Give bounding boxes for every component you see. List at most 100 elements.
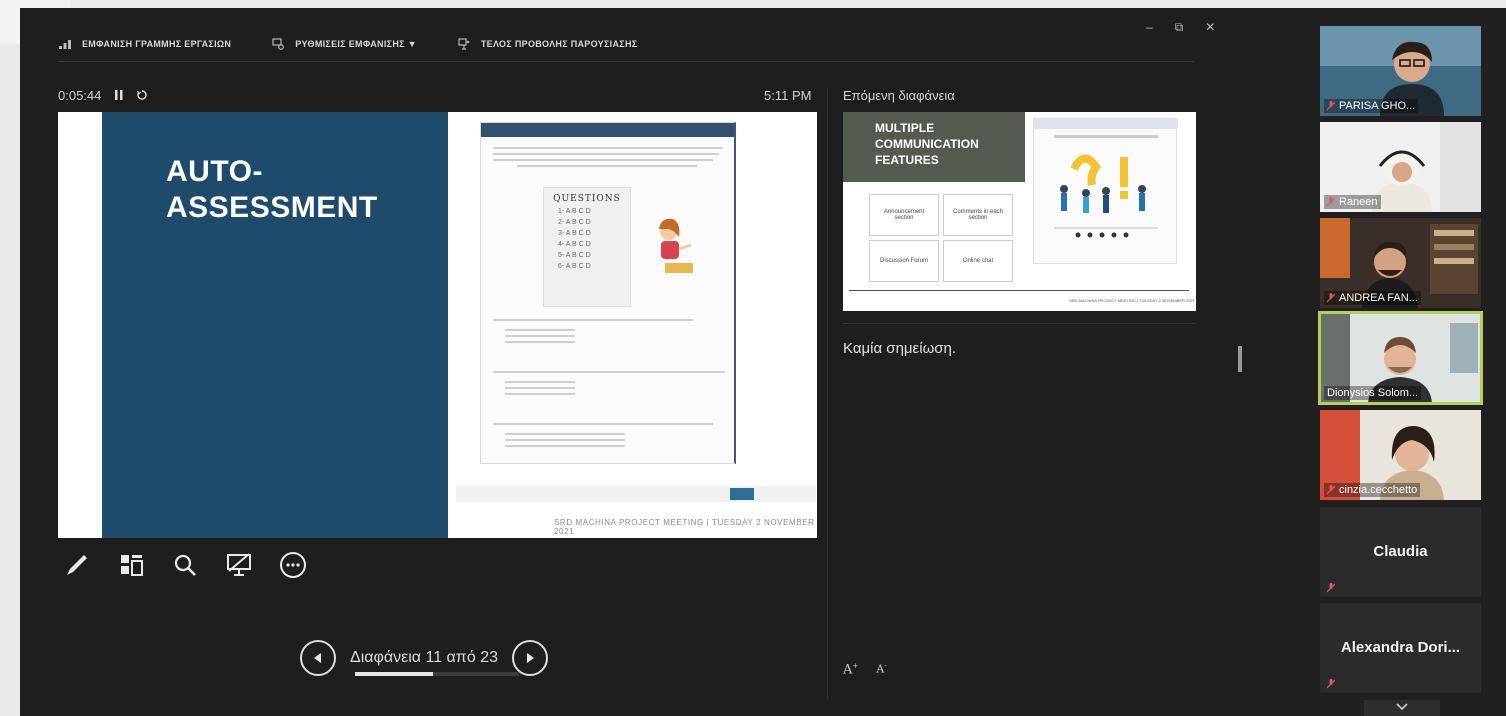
zoom-button[interactable] [168, 548, 202, 582]
questions-card: QUESTIONS 1- A B C D 2- A B C D 3- A B C… [543, 187, 631, 307]
display-settings-icon [271, 37, 285, 51]
presenter-toolbar: ΕΜΦΑΝΙΣΗ ΓΡΑΜΜΗΣ ΕΡΓΑΣΙΩΝ ΡΥΘΜΙΣΕΙΣ ΕΜΦΑ… [58, 30, 637, 58]
timer-bar: 0:05:44 [58, 88, 148, 103]
minimize-button[interactable]: – [1146, 20, 1153, 35]
pane-divider[interactable] [827, 88, 828, 700]
slide-footer: SRD MACHINA PROJECT MEETING | TUESDAY 2 … [554, 518, 815, 536]
left-band [0, 8, 20, 716]
text-line [505, 329, 575, 331]
slide-progress-bar [355, 672, 519, 676]
notes-font-controls: A+ A- [843, 662, 887, 677]
notes-separator [843, 323, 1196, 324]
participant-tile[interactable]: cinzia.cecchetto [1320, 410, 1481, 500]
participant-mic-status [1324, 678, 1338, 690]
participant-name-label: ANDREA FAN... [1324, 291, 1421, 305]
feature-box: Discussion Forum [869, 240, 939, 282]
taskbar-icon [58, 37, 72, 51]
next-slide-footer-line [849, 290, 1189, 291]
screenshot-header [481, 123, 734, 137]
participant-name-label: Raneen [1324, 195, 1381, 209]
participant-tile[interactable]: ANDREA FAN... [1320, 218, 1481, 308]
next-slide-button[interactable] [511, 640, 548, 676]
text-line [493, 159, 713, 161]
text-line [493, 153, 719, 155]
scroll-participants-button[interactable] [1364, 700, 1440, 716]
text-line [505, 439, 625, 441]
text-line [505, 433, 625, 435]
people-illustration [1034, 119, 1178, 238]
pen-icon [67, 555, 87, 575]
more-options-button[interactable] [276, 548, 310, 582]
slide-navigation: Διαφάνεια 11 από 23 [300, 640, 548, 676]
toolbar-divider [58, 61, 1194, 62]
top-band [0, 0, 1506, 8]
current-clock: 5:11 PM [764, 88, 812, 103]
feature-box: Announcement section [869, 194, 939, 236]
end-show-label: ΤΕΛΟΣ ΠΡΟΒΟΛΗΣ ΠΑΡΟΥΣΙΑΣΗΣ [480, 39, 638, 49]
display-settings-button[interactable]: ΡΥΘΜΙΣΕΙΣ ΕΜΦΑΝΙΣΗΣ ▼ [271, 37, 417, 51]
see-all-slides-button[interactable] [114, 548, 148, 582]
text-line [505, 445, 625, 447]
chevron-down-icon [1396, 703, 1408, 711]
triangle-left-icon [314, 653, 321, 663]
restore-button[interactable]: ⧉ [1175, 20, 1184, 35]
slide-counter[interactable]: Διαφάνεια 11 από 23 [350, 649, 498, 667]
previous-slide-button[interactable] [300, 640, 336, 676]
participant-mic-status [1324, 582, 1338, 594]
next-slide-preview[interactable]: MULTIPLE COMMUNICATION FEATURES Announce… [843, 112, 1196, 311]
mic-muted-icon [1327, 197, 1335, 207]
end-show-button[interactable]: ΤΕΛΟΣ ΠΡΟΒΟΛΗΣ ΠΑΡΟΥΣΙΑΣΗΣ [457, 37, 638, 51]
decrease-font-button[interactable]: A- [876, 662, 886, 677]
feature-box: Online chat [943, 240, 1013, 282]
close-button[interactable]: ✕ [1205, 20, 1215, 35]
reset-icon[interactable] [137, 88, 148, 103]
pen-tool-button[interactable] [60, 548, 94, 582]
mic-muted-icon [1327, 583, 1335, 593]
notes-scrollbar[interactable] [1238, 346, 1242, 372]
mic-muted-icon [1327, 293, 1335, 303]
display-settings-label: ΡΥΘΜΙΣΕΙΣ ΕΜΦΑΝΙΣΗΣ ▼ [295, 39, 417, 49]
slide-progress-fill [355, 672, 434, 676]
text-line [517, 165, 697, 167]
participant-tile[interactable]: Raneen [1320, 122, 1481, 212]
participant-name-label: PARISA GHO... [1324, 99, 1419, 113]
slide-title: AUTO- ASSESSMENT [166, 154, 378, 226]
speaker-notes[interactable]: Καμία σημείωση. [843, 340, 956, 357]
text-line [505, 381, 575, 383]
question-row: 5- A B C D [558, 252, 591, 259]
participant-tile-active-speaker[interactable]: Dionysios Solom... [1318, 311, 1483, 405]
text-line [505, 335, 575, 337]
participant-name: Claudia [1373, 543, 1428, 560]
mic-muted-icon [1327, 485, 1335, 495]
participant-name: cinzia.cecchetto [1339, 484, 1418, 496]
participant-tile[interactable]: Alexandra Dori... [1320, 603, 1481, 693]
show-taskbar-button[interactable]: ΕΜΦΑΝΙΣΗ ΓΡΑΜΜΗΣ ΕΡΓΑΣΙΩΝ [58, 37, 231, 51]
embedded-screenshot: QUESTIONS 1- A B C D 2- A B C D 3- A B C… [480, 122, 736, 464]
feature-box: Comments in each section [943, 194, 1013, 236]
elapsed-time: 0:05:44 [58, 88, 102, 103]
grid-icon [121, 555, 143, 576]
slide-title-panel: AUTO- ASSESSMENT [102, 112, 448, 538]
student-illustration [659, 218, 693, 273]
text-line [493, 371, 725, 373]
screen-off-icon [227, 553, 251, 576]
participant-name-label: Dionysios Solom... [1324, 386, 1422, 400]
participant-tile[interactable]: PARISA GHO... [1320, 26, 1481, 116]
more-icon [280, 552, 306, 578]
pause-icon[interactable] [115, 88, 123, 103]
question-row: 3- A B C D [558, 230, 591, 237]
current-slide[interactable]: AUTO- ASSESSMENT QUESTIONS 1- A B C D 2-… [58, 112, 817, 538]
question-row: 1- A B C D [558, 208, 591, 215]
participant-name: Alexandra Dori... [1340, 639, 1461, 656]
text-line [493, 423, 713, 425]
question-row: 4- A B C D [558, 241, 591, 248]
text-line [493, 319, 693, 321]
participant-name: PARISA GHO... [1339, 100, 1416, 112]
black-screen-button[interactable] [222, 548, 256, 582]
participant-tile[interactable]: Claudia [1320, 507, 1481, 597]
participant-name-label: cinzia.cecchetto [1324, 483, 1421, 497]
increase-font-button[interactable]: A+ [843, 662, 858, 677]
text-line [493, 147, 723, 149]
participant-name: Raneen [1339, 196, 1378, 208]
slide-title-line2: ASSESSMENT [166, 191, 378, 224]
